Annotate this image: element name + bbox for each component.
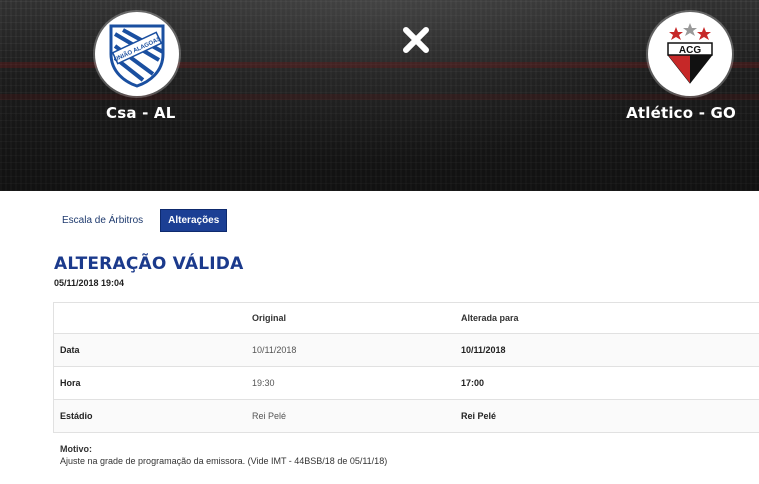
table-row: Hora 19:30 17:00 [54,367,759,400]
row-field-label: Data [60,345,80,355]
status-title: ALTERAÇÃO VÁLIDA [54,254,244,274]
row-original-value: Rei Pelé [252,411,287,421]
table-row: Estádio Rei Pelé Rei Pelé [54,400,759,433]
reason-label: Motivo: [60,444,92,454]
reason-text: Ajuste na grade de programação da emisso… [60,456,388,466]
row-changed-value: 17:00 [461,378,485,388]
changes-table: Original Alterada para Data 10/11/2018 1… [53,302,759,433]
reason-block: Motivo: Ajuste na grade de programação d… [60,443,387,467]
tab-bar: Escala de Árbitros Alterações [55,209,228,232]
header-cell-changed: Alterada para [461,313,519,323]
row-changed-value: 10/11/2018 [461,345,506,355]
table-row: Data 10/11/2018 10/11/2018 [54,334,759,367]
row-field-label: Hora [60,378,81,388]
away-team-name: Atlético - GO [626,104,736,122]
home-team-crest: UNIÃO ALAGOAS [95,12,179,96]
acg-crest-icon: ACG [667,23,713,84]
row-original-value: 10/11/2018 [252,345,297,355]
tab-escala-arbitros[interactable]: Escala de Árbitros [55,210,150,231]
row-changed-value: Rei Pelé [461,411,497,421]
close-x-icon [403,27,429,53]
header-cell-original: Original [252,313,287,323]
crest-letters: ACG [679,45,701,56]
away-team-crest: ACG [648,12,732,96]
csa-crest-icon: UNIÃO ALAGOAS [109,24,165,88]
tab-alteracoes[interactable]: Alterações [160,209,228,232]
home-team-name: Csa - AL [106,104,176,122]
row-field-label: Estádio [60,411,93,421]
table-header-row: Original Alterada para [54,303,759,334]
row-original-value: 19:30 [252,378,275,388]
status-datetime: 05/11/2018 19:04 [54,278,125,288]
match-hero-banner: UNIÃO ALAGOAS ACG Csa - AL Atlético - GO [0,0,759,191]
